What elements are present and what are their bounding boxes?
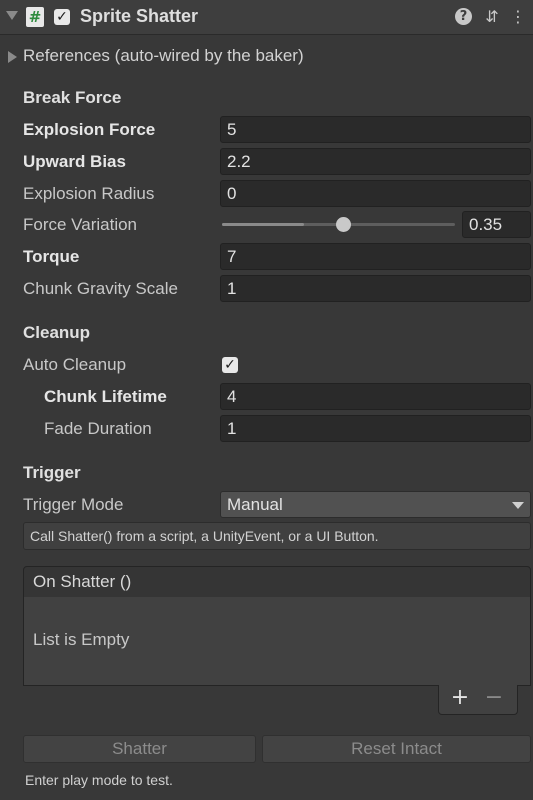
explosion-radius-field[interactable]: 0 bbox=[220, 180, 531, 207]
force-variation-slider-fill bbox=[222, 223, 304, 226]
dropdown-caret-icon bbox=[512, 502, 524, 509]
presets-icon[interactable]: ⇵ bbox=[483, 8, 501, 26]
fade-duration-field[interactable]: 1 bbox=[220, 415, 531, 442]
play-mode-note: Enter play mode to test. bbox=[25, 772, 173, 788]
remove-listener-button[interactable]: − bbox=[483, 685, 505, 711]
explosion-force-label: Explosion Force bbox=[23, 120, 156, 139]
force-variation-slider-thumb[interactable] bbox=[336, 217, 352, 232]
explosion-force-field[interactable]: 5 bbox=[220, 116, 531, 143]
upward-bias-label: Upward Bias bbox=[23, 152, 126, 171]
chunk-lifetime-field[interactable]: 4 bbox=[220, 383, 531, 410]
break-force-header: Break Force bbox=[23, 88, 122, 107]
cleanup-header: Cleanup bbox=[23, 323, 91, 342]
fade-duration-label: Fade Duration bbox=[44, 419, 152, 438]
script-icon: # bbox=[26, 7, 44, 27]
upward-bias-field[interactable]: 2.2 bbox=[220, 148, 531, 175]
torque-label: Torque bbox=[23, 247, 80, 266]
trigger-mode-label: Trigger Mode bbox=[23, 495, 124, 514]
trigger-header: Trigger bbox=[23, 463, 81, 482]
explosion-radius-label: Explosion Radius bbox=[23, 184, 155, 203]
component-header: # ✓ Sprite Shatter ? ⇵ ⋮ bbox=[0, 0, 533, 35]
references-foldout-label: References (auto-wired by the baker) bbox=[23, 46, 304, 65]
trigger-mode-dropdown[interactable]: Manual bbox=[220, 491, 531, 518]
component-title: Sprite Shatter bbox=[80, 6, 199, 26]
foldout-collapsed-icon bbox=[8, 51, 17, 63]
foldout-arrow-icon[interactable] bbox=[6, 11, 18, 20]
chunk-gravity-scale-field[interactable]: 1 bbox=[220, 275, 531, 302]
reset-intact-button[interactable]: Reset Intact bbox=[262, 735, 531, 763]
list-empty-label: List is Empty bbox=[33, 630, 130, 649]
trigger-help-box: Call Shatter() from a script, a UnityEve… bbox=[23, 522, 531, 550]
auto-cleanup-label: Auto Cleanup bbox=[23, 355, 127, 374]
event-list-footer: + − bbox=[438, 685, 518, 715]
on-shatter-event-header: On Shatter () bbox=[23, 566, 531, 598]
force-variation-field[interactable]: 0.35 bbox=[462, 211, 531, 238]
add-listener-button[interactable]: + bbox=[449, 685, 471, 711]
trigger-mode-value: Manual bbox=[227, 495, 283, 514]
on-shatter-event-list: List is Empty bbox=[23, 597, 531, 686]
inspector-panel: # ✓ Sprite Shatter ? ⇵ ⋮ References (aut… bbox=[0, 0, 533, 800]
chunk-gravity-scale-label: Chunk Gravity Scale bbox=[23, 279, 178, 298]
auto-cleanup-checkbox[interactable]: ✓ bbox=[222, 357, 238, 373]
force-variation-label: Force Variation bbox=[23, 215, 138, 234]
torque-field[interactable]: 7 bbox=[220, 243, 531, 270]
component-enabled-checkbox[interactable]: ✓ bbox=[54, 9, 70, 25]
chunk-lifetime-label: Chunk Lifetime bbox=[44, 387, 167, 406]
help-icon[interactable]: ? bbox=[455, 8, 472, 25]
shatter-button[interactable]: Shatter bbox=[23, 735, 256, 763]
more-menu-icon[interactable]: ⋮ bbox=[510, 8, 526, 26]
